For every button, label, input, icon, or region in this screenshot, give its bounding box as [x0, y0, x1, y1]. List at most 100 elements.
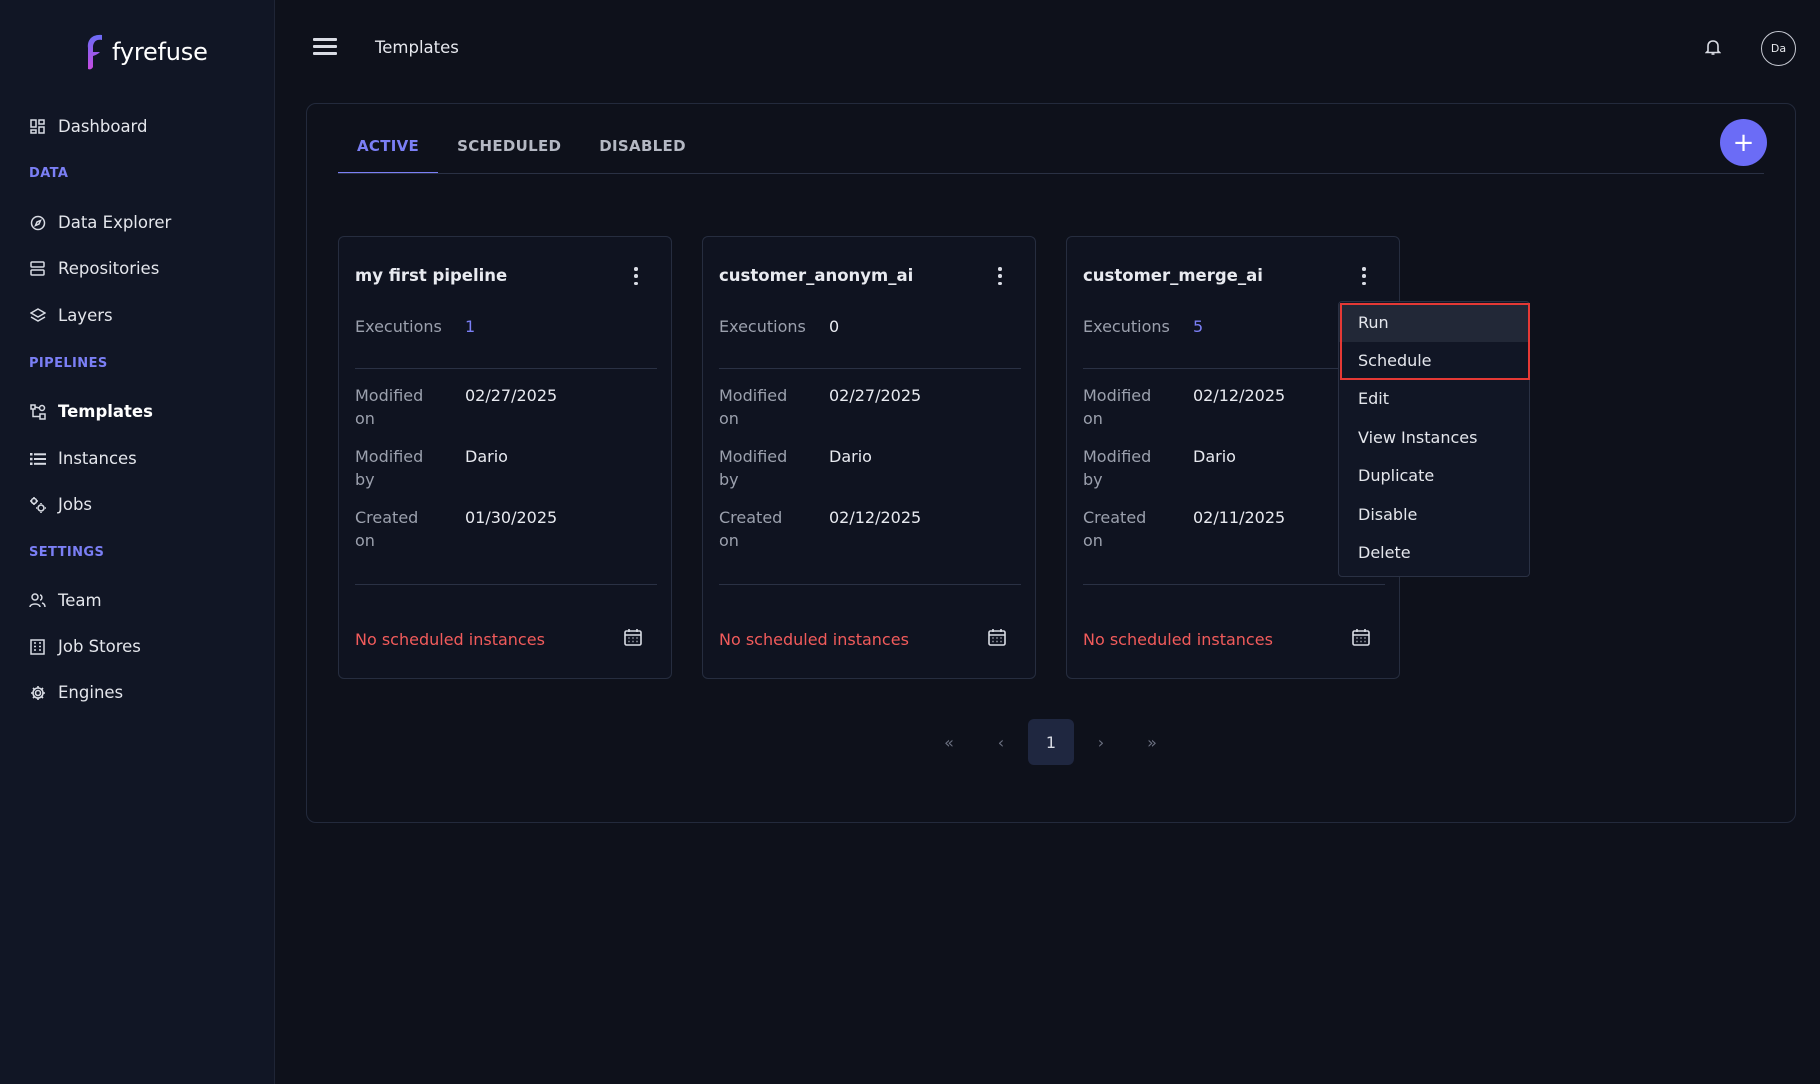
- sidebar-item-dashboard[interactable]: Dashboard: [29, 117, 148, 136]
- card-title: customer_merge_ai: [1083, 266, 1263, 285]
- menu-item-run[interactable]: Run: [1339, 304, 1529, 342]
- section-pipelines: PIPELINES: [29, 356, 108, 371]
- template-card[interactable]: customer_anonym_ai Executions 0 Modified…: [702, 236, 1036, 679]
- menu-item-disable[interactable]: Disable: [1339, 496, 1529, 534]
- executions-label: Executions: [719, 317, 806, 336]
- sidebar-item-templates[interactable]: Templates: [29, 402, 153, 421]
- created-on-value: 02/12/2025: [829, 508, 922, 527]
- modified-by-value: Dario: [465, 447, 508, 466]
- sidebar-item-label: Team: [58, 591, 102, 610]
- dashboard-icon: [29, 118, 46, 135]
- server-icon: [29, 260, 46, 277]
- tab-divider: [338, 173, 1764, 174]
- modified-by-value: Dario: [829, 447, 872, 466]
- template-card[interactable]: my first pipeline Executions 1 Modified …: [338, 236, 672, 679]
- calendar-icon[interactable]: [623, 627, 643, 647]
- list-icon: [29, 450, 46, 467]
- sidebar-item-label: Data Explorer: [58, 213, 172, 232]
- page-title: Templates: [375, 38, 459, 57]
- sidebar-item-engines[interactable]: Engines: [29, 683, 123, 702]
- sidebar-item-label: Engines: [58, 683, 124, 702]
- card-divider: [719, 368, 1021, 369]
- modified-on-value: 02/12/2025: [1193, 386, 1286, 405]
- sidebar-item-label: Job Stores: [58, 637, 141, 656]
- card-context-menu: Run Schedule Edit View Instances Duplica…: [1338, 301, 1530, 577]
- sidebar: fyrefuse Dashboard DATA Data Explorer Re…: [0, 0, 275, 1084]
- user-avatar[interactable]: Da: [1761, 31, 1796, 66]
- menu-toggle-button[interactable]: [313, 38, 337, 58]
- created-on-value: 01/30/2025: [465, 508, 558, 527]
- created-on-label: Created on: [1083, 508, 1147, 550]
- created-on-label: Created on: [719, 508, 783, 550]
- menu-item-delete[interactable]: Delete: [1339, 534, 1529, 572]
- card-title: my first pipeline: [355, 266, 508, 285]
- card-divider: [355, 584, 657, 585]
- notifications-bell-icon[interactable]: [1704, 38, 1723, 58]
- schedule-status: No scheduled instances: [355, 630, 545, 649]
- sidebar-item-repositories[interactable]: Repositories: [29, 259, 159, 278]
- schedule-status: No scheduled instances: [1083, 630, 1273, 649]
- card-divider: [1083, 584, 1385, 585]
- sidebar-item-data-explorer[interactable]: Data Explorer: [29, 213, 171, 232]
- modified-on-value: 02/27/2025: [465, 386, 558, 405]
- app-logo[interactable]: fyrefuse: [82, 32, 208, 72]
- card-title: customer_anonym_ai: [719, 266, 914, 285]
- compass-icon: [29, 214, 46, 231]
- gear-icon: [29, 684, 46, 701]
- pagination-last-button[interactable]: »: [1129, 719, 1175, 765]
- sidebar-item-jobs[interactable]: Jobs: [29, 495, 92, 514]
- sidebar-item-instances[interactable]: Instances: [29, 449, 137, 468]
- more-options-icon[interactable]: [633, 267, 639, 285]
- sidebar-item-label: Dashboard: [58, 117, 148, 136]
- app-name: fyrefuse: [112, 38, 208, 66]
- sidebar-item-label: Jobs: [58, 495, 93, 514]
- section-data: DATA: [29, 166, 69, 181]
- executions-value: 0: [829, 317, 840, 336]
- calendar-icon[interactable]: [987, 627, 1007, 647]
- more-options-icon[interactable]: [997, 267, 1003, 285]
- sidebar-item-label: Templates: [58, 402, 153, 421]
- sidebar-item-layers[interactable]: Layers: [29, 306, 113, 325]
- executions-value[interactable]: 5: [1193, 315, 1203, 338]
- executions-label: Executions: [355, 317, 442, 336]
- sidebar-item-label: Instances: [58, 449, 137, 468]
- sidebar-item-label: Layers: [58, 306, 113, 325]
- layers-icon: [29, 307, 46, 324]
- more-options-icon[interactable]: [1361, 267, 1367, 285]
- menu-item-schedule[interactable]: Schedule: [1339, 342, 1529, 380]
- modified-by-value: Dario: [1193, 447, 1236, 466]
- modified-on-label: Modified on: [1083, 386, 1152, 428]
- pagination-first-button[interactable]: «: [926, 719, 972, 765]
- tab-scheduled[interactable]: SCHEDULED: [438, 134, 580, 174]
- add-template-button[interactable]: +: [1720, 119, 1767, 166]
- modified-by-label: Modified by: [719, 447, 788, 489]
- pagination-page-1[interactable]: 1: [1028, 719, 1074, 765]
- pagination-prev-button[interactable]: ‹: [978, 719, 1024, 765]
- created-on-label: Created on: [355, 508, 419, 550]
- cogs-icon: [29, 496, 46, 513]
- building-icon: [29, 638, 46, 655]
- modified-by-label: Modified by: [1083, 447, 1152, 489]
- modified-by-label: Modified by: [355, 447, 424, 489]
- modified-on-value: 02/27/2025: [829, 386, 922, 405]
- tab-bar: ACTIVE SCHEDULED DISABLED: [338, 134, 705, 176]
- sidebar-item-job-stores[interactable]: Job Stores: [29, 637, 141, 656]
- sidebar-item-team[interactable]: Team: [29, 591, 102, 610]
- team-icon: [29, 592, 46, 609]
- card-divider: [719, 584, 1021, 585]
- pipeline-icon: [29, 403, 46, 420]
- card-divider: [355, 368, 657, 369]
- tab-disabled[interactable]: DISABLED: [580, 134, 705, 174]
- created-on-value: 02/11/2025: [1193, 508, 1286, 527]
- sidebar-item-label: Repositories: [58, 259, 160, 278]
- modified-on-label: Modified on: [719, 386, 788, 428]
- menu-item-view-instances[interactable]: View Instances: [1339, 419, 1529, 457]
- executions-value[interactable]: 1: [465, 315, 475, 338]
- calendar-icon[interactable]: [1351, 627, 1371, 647]
- pagination-next-button[interactable]: ›: [1078, 719, 1124, 765]
- tab-active[interactable]: ACTIVE: [338, 134, 439, 174]
- menu-item-duplicate[interactable]: Duplicate: [1339, 457, 1529, 495]
- menu-item-edit[interactable]: Edit: [1339, 380, 1529, 418]
- modified-on-label: Modified on: [355, 386, 424, 428]
- schedule-status: No scheduled instances: [719, 630, 909, 649]
